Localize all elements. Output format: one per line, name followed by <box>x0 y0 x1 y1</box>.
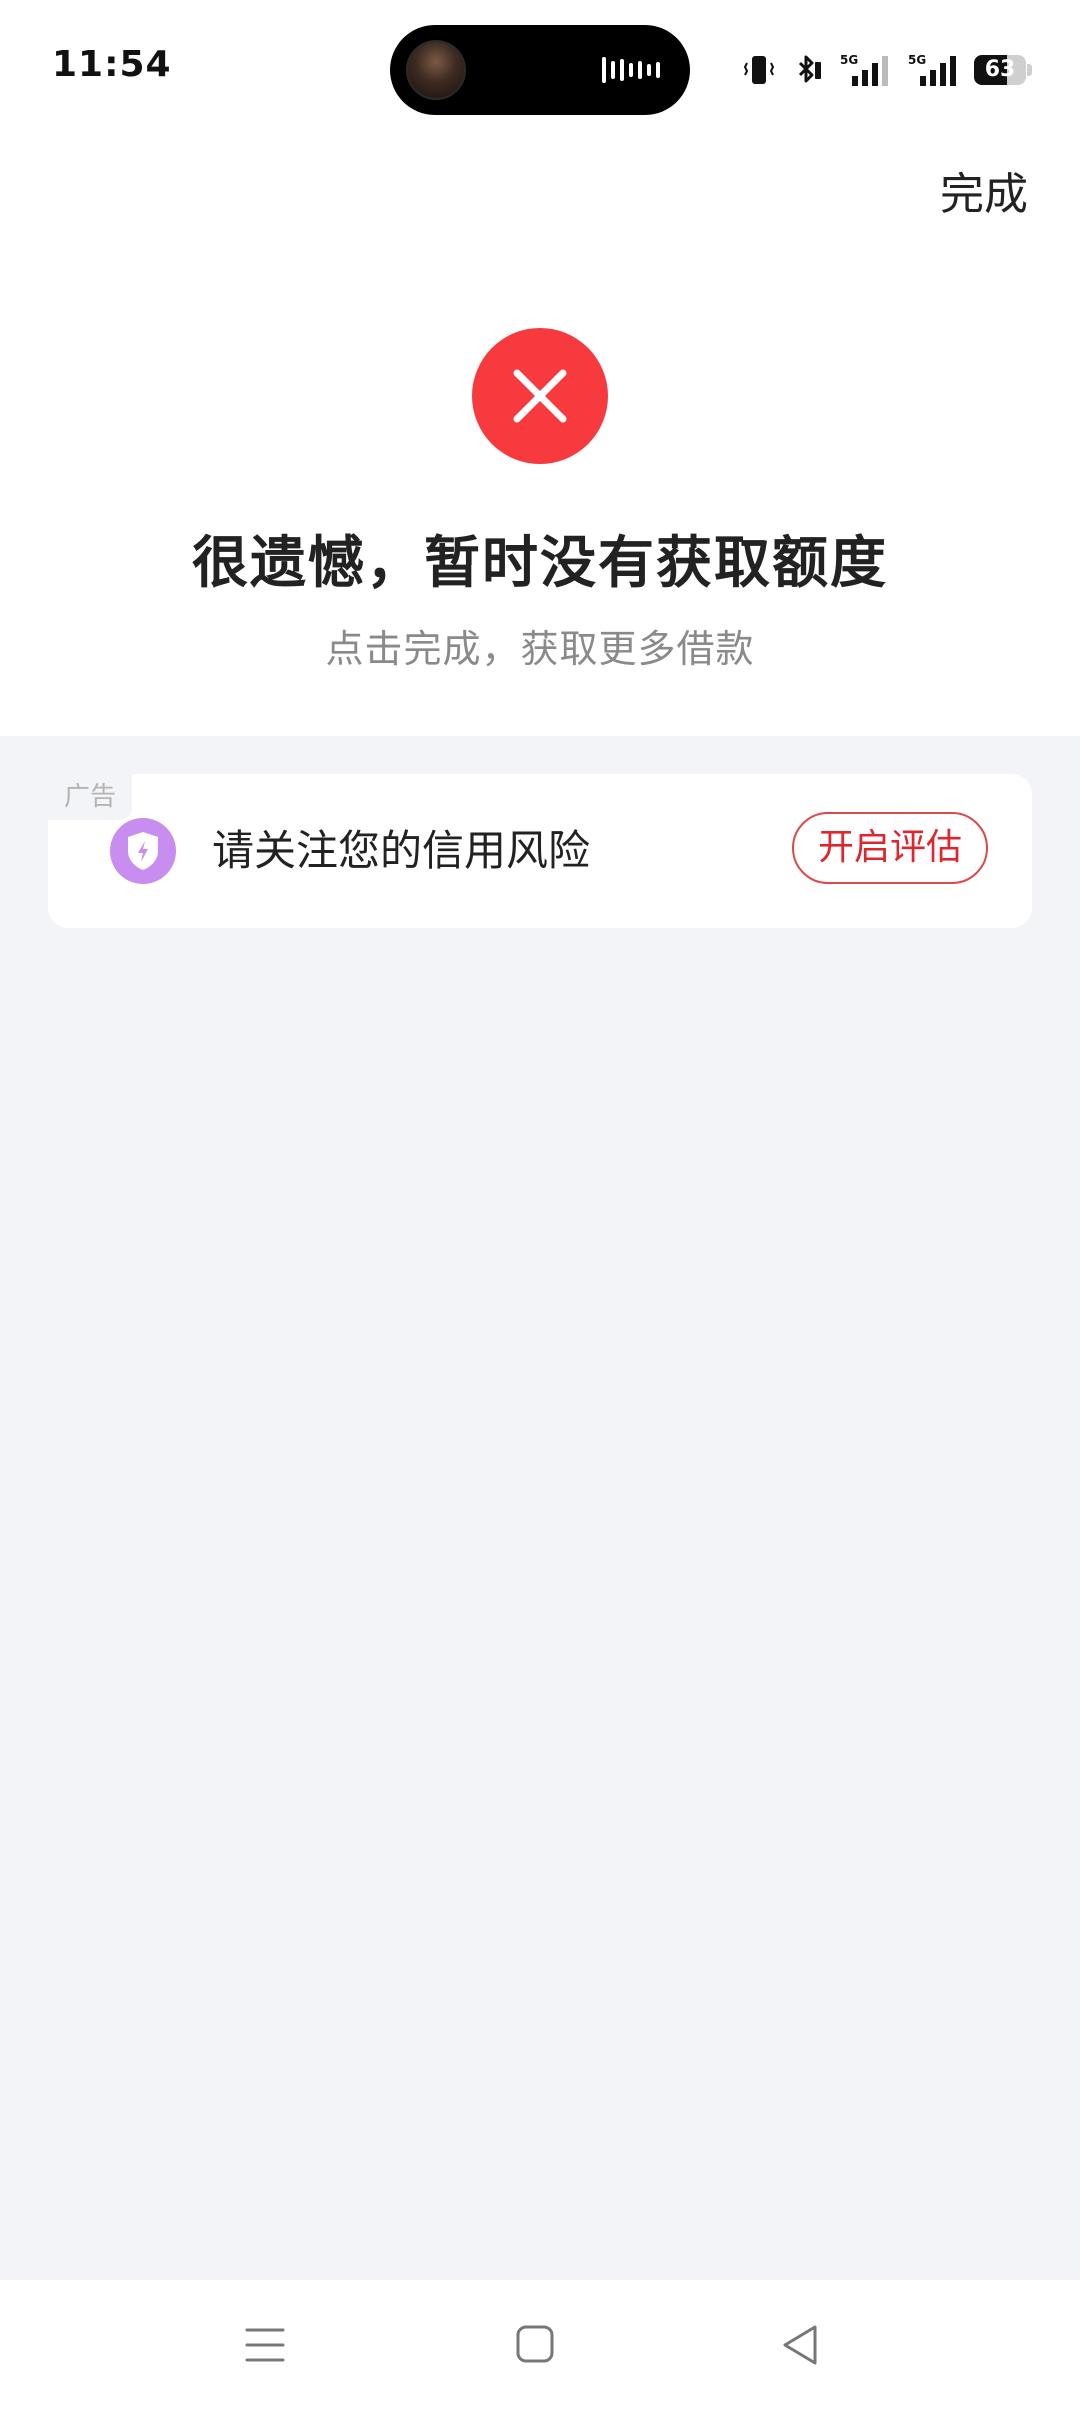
result-subtitle: 点击完成，获取更多借款 <box>325 627 755 671</box>
status-bar: 11:54 5G 5G 63 <box>0 0 1080 130</box>
status-time: 11:54 <box>52 44 172 85</box>
ad-text: 请关注您的信用风险 <box>212 826 591 875</box>
result-title: 很遗憾，暂时没有获取额度 <box>192 531 888 596</box>
menu-icon[interactable] <box>230 2310 300 2380</box>
home-icon[interactable] <box>500 2310 570 2380</box>
navigation-bar <box>0 2280 1080 2412</box>
media-avatar <box>406 40 466 100</box>
done-button[interactable]: 完成 <box>940 158 1028 222</box>
error-close-icon <box>472 328 608 464</box>
audio-wave-icon <box>602 57 660 83</box>
network-type-label: 5G <box>840 53 858 67</box>
status-icons: 5G 5G 63 <box>742 50 1032 90</box>
battery-icon: 63 <box>974 55 1032 85</box>
back-icon[interactable] <box>765 2310 835 2380</box>
content-area: 广告 请关注您的信用风险 开启评估 <box>0 736 1080 2280</box>
signal-5g-icon: 5G <box>908 53 956 86</box>
start-assessment-button[interactable]: 开启评估 <box>792 812 988 884</box>
vibrate-icon <box>743 56 775 84</box>
dynamic-island[interactable] <box>390 25 690 115</box>
signal-5g-icon: 5G <box>840 53 888 86</box>
bluetooth-icon <box>798 55 821 83</box>
network-type-label: 5G <box>908 53 926 67</box>
shield-icon <box>110 818 176 884</box>
battery-level: 63 <box>984 57 1016 82</box>
ad-card[interactable]: 广告 请关注您的信用风险 开启评估 <box>48 774 1032 928</box>
ad-tag: 广告 <box>48 774 132 820</box>
